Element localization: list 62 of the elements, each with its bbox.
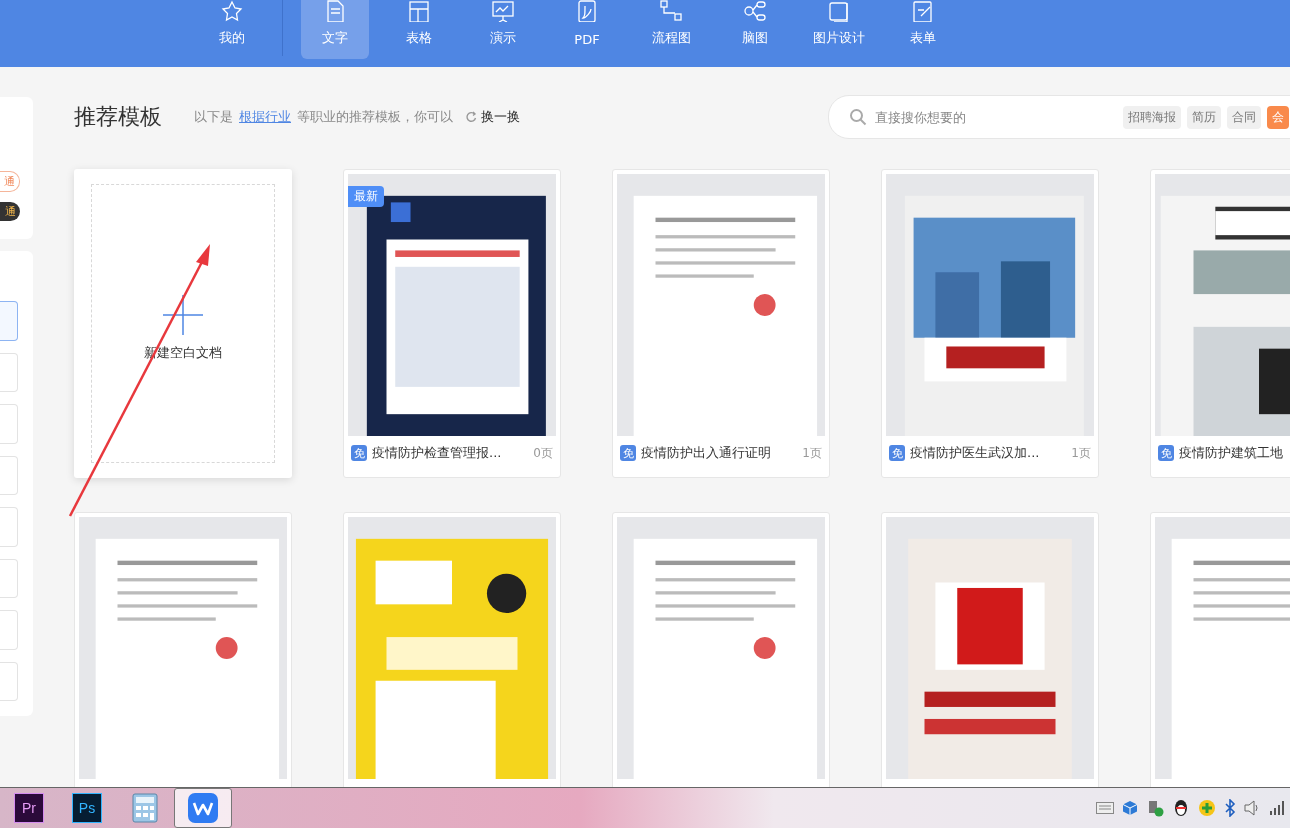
search-tag[interactable]: 简历 (1187, 105, 1221, 129)
nav-tab[interactable]: 流程图 (637, 0, 705, 59)
template-title: 疫情防护检查管理报... (372, 444, 503, 462)
nav-tab[interactable]: 表格 (385, 0, 453, 59)
plus-icon (162, 293, 204, 336)
new-badge: 最新 (348, 186, 384, 207)
keyboard-icon (1096, 802, 1114, 814)
refresh-icon (465, 111, 477, 123)
search-tag[interactable]: 招聘海报 (1123, 105, 1181, 129)
template-card[interactable]: 最新 免 疫情防护检查管理报... 0页 (343, 169, 561, 478)
taskbar-app[interactable]: Ps (58, 788, 116, 828)
nav-tab[interactable]: 演示 (469, 0, 537, 59)
cube-icon (1122, 800, 1138, 816)
table-icon (407, 0, 431, 22)
photoshop-icon: Ps (72, 793, 102, 823)
search-icon (849, 108, 867, 126)
free-badge: 免 (1158, 445, 1174, 461)
nav-tab[interactable]: 图片设计 (805, 0, 873, 59)
vip-pill[interactable]: 通 (0, 202, 20, 221)
template-card[interactable]: 免 疫情防护建筑工地 (1150, 169, 1290, 478)
search-field[interactable]: 直接搜你想要的 招聘海报 简历 合同 会 (828, 95, 1290, 139)
page-count: 1页 (802, 444, 822, 462)
taskbar-app[interactable] (174, 788, 232, 828)
nav-tab[interactable]: PDF (553, 0, 621, 59)
image-icon (827, 0, 851, 22)
taskbar-app[interactable]: Pr (0, 788, 58, 828)
penguin-icon (1172, 799, 1190, 817)
slide-icon (491, 0, 515, 22)
calculator-icon (132, 793, 158, 823)
signal-icon (1270, 801, 1286, 815)
search-tag[interactable]: 合同 (1227, 105, 1261, 129)
industry-link[interactable]: 根据行业 (239, 108, 291, 126)
nav-tab[interactable]: 我的 (198, 0, 266, 59)
sidebar-item[interactable] (0, 301, 18, 341)
free-badge: 免 (889, 445, 905, 461)
page-count: 0页 (533, 444, 553, 462)
wps-icon (188, 793, 218, 823)
star-icon (220, 0, 244, 22)
vip-pill[interactable]: 通 (0, 171, 20, 192)
refresh-button[interactable]: 换一换 (465, 108, 520, 126)
nav-tab[interactable]: 脑图 (721, 0, 789, 59)
form-icon (911, 0, 935, 22)
page-count: 1页 (1071, 444, 1091, 462)
template-title: 疫情防护建筑工地 (1179, 444, 1284, 462)
bluetooth-icon (1224, 799, 1236, 817)
nav-tab[interactable]: 表单 (889, 0, 957, 59)
mind-icon (743, 0, 767, 22)
free-badge: 免 (351, 445, 367, 461)
template-card[interactable]: 免 疫情防护医生武汉加... 1页 (881, 169, 1099, 478)
template-title: 疫情防护医生武汉加... (910, 444, 1041, 462)
plus-icon (1198, 799, 1216, 817)
section-title: 推荐模板 (74, 103, 162, 131)
hint-text: 等职业的推荐模板，你可以 (297, 108, 453, 126)
search-tag[interactable]: 会 (1267, 105, 1289, 129)
flow-icon (659, 0, 683, 22)
hint-text: 以下是 (194, 108, 233, 126)
pdf-icon (575, 0, 599, 22)
template-title: 疫情防护出入通行证明 (641, 444, 772, 462)
template-card[interactable]: 免 疫情防护出入通行证明 1页 (612, 169, 830, 478)
premiere-icon: Pr (14, 793, 44, 823)
free-badge: 免 (620, 445, 636, 461)
nav-tab[interactable]: 文字 (301, 0, 369, 59)
